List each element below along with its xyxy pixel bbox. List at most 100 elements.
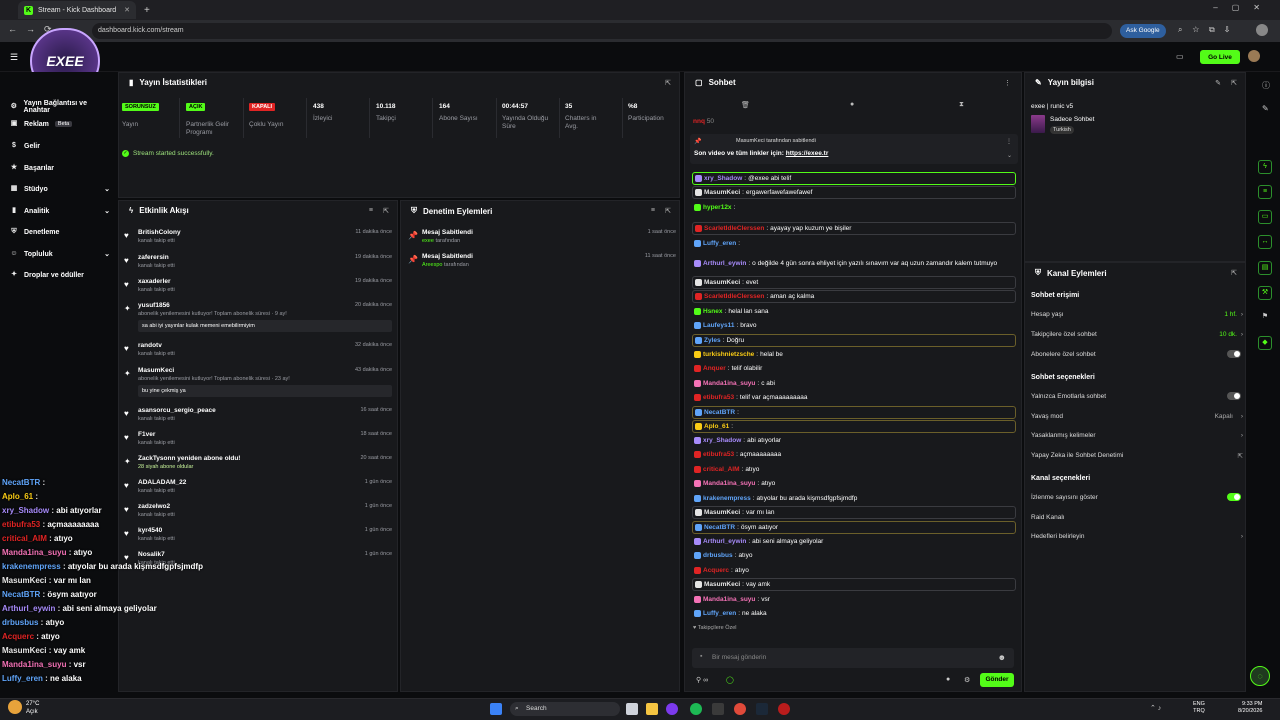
filter-icon[interactable]: ≡ [369, 207, 373, 214]
chat-username[interactable]: Laufeys11 [703, 319, 734, 332]
activity-user[interactable]: MasumKeci [138, 367, 174, 374]
send-button[interactable]: Gönder [980, 673, 1014, 687]
chat-username[interactable]: MasumKeci [704, 507, 740, 518]
chat-username[interactable]: etibufra53 [703, 391, 734, 404]
emotes-only-row[interactable]: Yalnızca Emotlarla sohbet [1031, 392, 1243, 400]
windows-start-icon[interactable] [490, 703, 502, 715]
app-icon[interactable] [778, 703, 790, 715]
tray-icons[interactable]: ⌃ ♪ [1150, 704, 1161, 712]
trash-icon[interactable]: 🗑 [741, 101, 750, 109]
emoji-icon[interactable]: ☻ [998, 653, 1006, 662]
file-explorer-icon[interactable] [646, 703, 658, 715]
slow-mode-row[interactable]: Yavaş mod Kapalı › [1031, 413, 1243, 420]
quick-action-1-icon[interactable]: ϟ [1258, 160, 1272, 174]
clock[interactable]: 9:33 PM 8/20/2026 [1238, 701, 1262, 715]
weather-widget[interactable]: 27°C Açık [26, 700, 39, 716]
help-icon[interactable]: ◌ [1250, 666, 1270, 686]
browser-toolbar-icon[interactable]: ⌕☆⧉⇩ [1178, 25, 1239, 35]
url-field[interactable]: dashboard.kick.com/stream [92, 23, 1112, 39]
hourglass-icon[interactable]: ⧗ [959, 101, 964, 109]
nav-ads[interactable]: ▣ Reklam Beta [10, 120, 110, 128]
chat-username[interactable]: hyper12x [703, 201, 732, 214]
top-user-name[interactable]: nnq [693, 118, 705, 125]
quick-action-6-icon[interactable]: ⚒ [1258, 286, 1272, 300]
activity-user[interactable]: F1ver [138, 431, 155, 438]
chat-username[interactable]: xry_Shadow [704, 173, 742, 184]
activity-user[interactable]: kyr4540 [138, 527, 162, 534]
banned-words-row[interactable]: Yasaklanmış kelimeler › [1031, 432, 1243, 439]
app-icon[interactable] [666, 703, 678, 715]
info-icon[interactable]: ⓘ [1262, 80, 1270, 91]
filter-icon[interactable]: ≡ [651, 207, 655, 214]
new-tab-icon[interactable]: + [144, 5, 150, 16]
gear-icon[interactable]: ⚙ [964, 676, 970, 684]
menu-icon[interactable]: ☰ [10, 52, 18, 63]
chat-username[interactable]: Arthurl_eywin [703, 535, 746, 548]
chevron-down-icon[interactable]: ⌄ [1007, 152, 1012, 159]
nav-stream-key[interactable]: ⚙ Yayın Bağlantısı ve Anahtar [10, 100, 110, 114]
more-options-icon[interactable]: ⋮ [1004, 79, 1011, 87]
task-view-icon[interactable] [626, 703, 638, 715]
chat-input[interactable]: ▪ Bir mesaj gönderin ☻ [692, 648, 1014, 668]
ask-google-button[interactable]: Ask Google [1120, 24, 1166, 38]
pencil-icon[interactable]: ✎ [1262, 104, 1269, 113]
chat-username[interactable]: Zyles [704, 335, 721, 346]
set-goals-row[interactable]: Hedefleri belirleyin › [1031, 533, 1243, 540]
activity-user[interactable]: zadzelwo2 [138, 503, 170, 510]
stream-category[interactable]: Sadece Sohbet [1050, 116, 1094, 123]
mod-by[interactable]: exee [422, 238, 434, 244]
quick-action-2-icon[interactable]: ≡ [1258, 185, 1272, 199]
more-options-icon[interactable]: ⋮ [1006, 138, 1012, 145]
activity-user[interactable]: zaferersin [138, 254, 169, 261]
chat-username[interactable]: ScarletIdleClerssen [704, 291, 764, 302]
show-viewers-toggle[interactable] [1227, 493, 1241, 501]
spotify-icon[interactable] [690, 703, 702, 715]
nav-moderation[interactable]: ⛨ Denetleme [10, 228, 110, 236]
chat-username[interactable]: xry_Shadow [703, 434, 741, 447]
quick-action-4-icon[interactable]: ↔ [1258, 235, 1272, 249]
chat-username[interactable]: MasumKeci [704, 277, 740, 288]
nav-community[interactable]: ☺ Topluluk ⌄ [10, 250, 110, 258]
chat-username[interactable]: MasumKeci [704, 579, 740, 590]
account-age-row[interactable]: Hesap yaşı 1 hf. › [1031, 311, 1243, 318]
profile-avatar[interactable] [1256, 24, 1268, 36]
quick-action-3-icon[interactable]: ▭ [1258, 210, 1272, 224]
pinned-link[interactable]: https://exee.tr [786, 150, 829, 157]
followers-chat-row[interactable]: Takipçilere özel sohbet 10 dk. › [1031, 331, 1243, 338]
wallet-icon[interactable]: ▭ [1176, 52, 1184, 61]
quick-action-5-icon[interactable]: ▤ [1258, 261, 1272, 275]
chat-bubble-icon[interactable]: ● [850, 101, 854, 108]
user-avatar[interactable] [1248, 50, 1260, 62]
subs-chat-row[interactable]: Abonelere özel sohbet [1031, 350, 1243, 358]
chat-username[interactable]: etibufra53 [703, 448, 734, 461]
chat-username[interactable]: NecatBTR [704, 407, 735, 418]
activity-user[interactable]: yusuf1856 [138, 302, 170, 309]
chat-settings-icon[interactable]: ⚲ ∞ [696, 676, 708, 684]
chat-username[interactable]: turkishnietzsche [703, 348, 754, 361]
nav-achievements[interactable]: ★ Başarılar [10, 164, 110, 172]
show-viewers-row[interactable]: İzlenme sayısını göster [1031, 493, 1243, 501]
nav-analytics[interactable]: ▮ Analitik ⌄ [10, 207, 110, 215]
nav-revenue[interactable]: $ Gelir [10, 142, 110, 150]
subs-chat-toggle[interactable] [1227, 350, 1241, 358]
edit-icon[interactable]: ✎ [1215, 79, 1221, 87]
chat-username[interactable]: Luffy_eren [703, 237, 736, 250]
chat-bubble-icon[interactable]: ● [946, 676, 950, 683]
activity-user[interactable]: ZackTysonn yeniden abone oldu! [138, 455, 240, 462]
popout-icon[interactable]: ⇱ [383, 207, 389, 215]
taskbar-search[interactable]: ⌕ Search [510, 702, 620, 716]
weather-icon[interactable] [8, 700, 22, 714]
chat-username[interactable]: Aplo_61 [704, 421, 729, 432]
language-indicator[interactable]: ENG TRQ [1193, 701, 1205, 715]
chat-username[interactable]: Luffy_eren [703, 607, 736, 620]
chat-username[interactable]: Anquer [703, 362, 726, 375]
activity-user[interactable]: BritishColony [138, 229, 181, 236]
activity-user[interactable]: Nosalik7 [138, 551, 165, 558]
popout-icon[interactable]: ⇱ [665, 79, 671, 87]
chat-username[interactable]: drbusbus [703, 549, 733, 562]
popout-icon[interactable]: ⇱ [1231, 269, 1237, 277]
chat-username[interactable]: MasumKeci [704, 187, 740, 198]
nav-drops[interactable]: ✦ Droplar ve ödüller [10, 271, 110, 279]
activity-user[interactable]: xaxaderler [138, 278, 171, 285]
chrome-icon[interactable] [734, 703, 746, 715]
